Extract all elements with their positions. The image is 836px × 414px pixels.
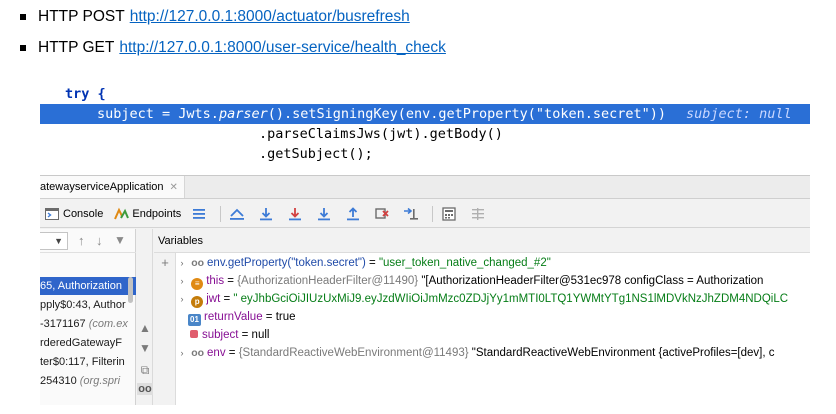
debug-tool-window: atewayserviceApplication ✕ Console Endpo…	[40, 175, 810, 405]
console-tab[interactable]: Console	[40, 203, 107, 225]
run-config-tab-label: atewayserviceApplication	[40, 181, 164, 193]
show-execution-point-icon	[229, 206, 245, 222]
code-line-3: .parseClaimsJws(jwt).getBody()	[259, 126, 503, 142]
frame-item[interactable]: rderedGatewayF	[40, 334, 136, 352]
return-value-icon: 01	[188, 314, 201, 326]
frame-item[interactable]: -3171167 (com.ex	[40, 315, 136, 333]
parameter-icon: p	[191, 296, 204, 308]
bullet-item-get: HTTP GET http://127.0.0.1:8000/user-serv…	[20, 36, 446, 60]
try-keyword: try {	[65, 86, 106, 102]
run-to-cursor-icon	[403, 206, 419, 222]
debug-tab-bar: atewayserviceApplication ✕	[40, 176, 810, 199]
add-watch-icon[interactable]: +	[154, 255, 176, 270]
drop-frame-button[interactable]	[370, 203, 397, 225]
code-line-1: try {	[65, 84, 106, 104]
frames-pane: ▼ ↑ ↓ ▼ 65, Authorization pply$0:43, Aut…	[40, 229, 136, 405]
frame-item[interactable]: 254310 (org.spri	[40, 372, 136, 390]
frames-side-toolbar: ▲ ▼ ⧉ oo	[137, 229, 153, 405]
watch-row[interactable]: › oo env.getProperty("token.secret") = "u…	[176, 254, 551, 272]
variables-gutter: +	[154, 253, 176, 405]
frames-scrollbar[interactable]	[128, 277, 133, 303]
variable-row-returnvalue[interactable]: 01 returnValue = true	[188, 308, 296, 326]
run-to-cursor-button[interactable]	[399, 203, 426, 225]
step-out-icon	[345, 206, 361, 222]
run-config-tab[interactable]: atewayserviceApplication ✕	[40, 176, 185, 198]
trace-button[interactable]	[466, 203, 493, 225]
local-variable-icon	[190, 330, 198, 338]
variable-row-jwt[interactable]: › p jwt = " eyJhbGciOiJIUzUxMiJ9.eyJzdWIi…	[176, 290, 788, 308]
bullet-item-post: HTTP POST http://127.0.0.1:8000/actuator…	[20, 5, 410, 29]
thread-selector[interactable]: ▼	[40, 232, 68, 250]
busrefresh-link[interactable]: http://127.0.0.1:8000/actuator/busrefres…	[130, 8, 410, 26]
force-step-into-icon	[316, 206, 332, 222]
watches-toggle-icon[interactable]: oo	[137, 383, 153, 395]
code-line-4: .getSubject();	[259, 146, 373, 162]
current-execution-line[interactable]: subject = Jwts.parser().setSigningKey(en…	[40, 104, 810, 124]
menu-lines-icon	[191, 206, 207, 222]
filter-icon[interactable]: ▼	[114, 233, 126, 247]
step-into-icon	[287, 206, 303, 222]
console-icon	[44, 206, 60, 222]
drop-frame-icon	[374, 206, 390, 222]
force-step-into-button[interactable]	[312, 203, 339, 225]
step-over-icon	[258, 206, 274, 222]
health-check-link[interactable]: http://127.0.0.1:8000/user-service/healt…	[119, 39, 446, 57]
http-method: HTTP GET	[38, 39, 115, 56]
frames-header: ▼ ↑ ↓ ▼	[40, 229, 136, 253]
frame-item[interactable]: ter$0:117, Filterin	[40, 353, 136, 371]
show-execution-point-button[interactable]	[225, 203, 252, 225]
frame-item[interactable]: pply$0:43, Author	[40, 296, 136, 314]
endpoints-icon	[113, 206, 130, 222]
variables-header: Variables	[154, 229, 810, 253]
bullet-marker	[20, 45, 26, 51]
step-over-button[interactable]	[254, 203, 281, 225]
endpoints-label: Endpoints	[132, 207, 182, 220]
chevron-down-icon: ▼	[54, 236, 63, 246]
field-icon: ≡	[191, 278, 204, 290]
caret-down-icon[interactable]: ▼	[137, 341, 153, 355]
step-into-button[interactable]	[283, 203, 310, 225]
chevron-right-icon[interactable]: ›	[176, 290, 188, 308]
http-method: HTTP POST	[38, 8, 125, 25]
inline-value-hint: subject: null	[685, 106, 792, 122]
arrow-down-icon[interactable]: ↓	[96, 233, 103, 248]
variable-row-subject[interactable]: subject = null	[188, 326, 269, 344]
frames-layout-button[interactable]	[187, 203, 214, 225]
copy-stack-icon[interactable]: ⧉	[137, 363, 153, 378]
variable-row-this[interactable]: › ≡ this = {AuthorizationHeaderFilter@114…	[176, 272, 763, 290]
debug-toolbar: Console Endpoints	[40, 200, 810, 228]
bullet-marker	[20, 14, 26, 20]
frame-item[interactable]: 65, Authorization	[40, 277, 136, 295]
caret-up-icon[interactable]: ▲	[137, 321, 153, 335]
close-icon[interactable]: ✕	[170, 182, 178, 193]
watch-icon: oo	[191, 347, 205, 359]
variable-row-env[interactable]: › oo env = {StandardReactiveWebEnvironmen…	[176, 344, 775, 362]
console-label: Console	[63, 207, 104, 220]
chevron-right-icon[interactable]: ›	[176, 254, 188, 272]
step-out-button[interactable]	[341, 203, 368, 225]
watch-icon: oo	[191, 257, 205, 269]
trace-lines-icon	[470, 206, 486, 222]
chevron-right-icon[interactable]: ›	[176, 272, 188, 290]
calculator-icon	[441, 206, 457, 222]
arrow-up-icon[interactable]: ↑	[78, 233, 85, 248]
chevron-right-icon[interactable]: ›	[176, 344, 188, 362]
evaluate-expression-button[interactable]	[437, 203, 464, 225]
endpoints-tab[interactable]: Endpoints	[109, 203, 185, 225]
subject-variable: subject	[97, 106, 154, 122]
code-editor[interactable]: try { subject = Jwts.parser().setSigning…	[40, 84, 810, 164]
variables-pane: Variables + › oo env.getProperty("token.s…	[154, 229, 810, 405]
